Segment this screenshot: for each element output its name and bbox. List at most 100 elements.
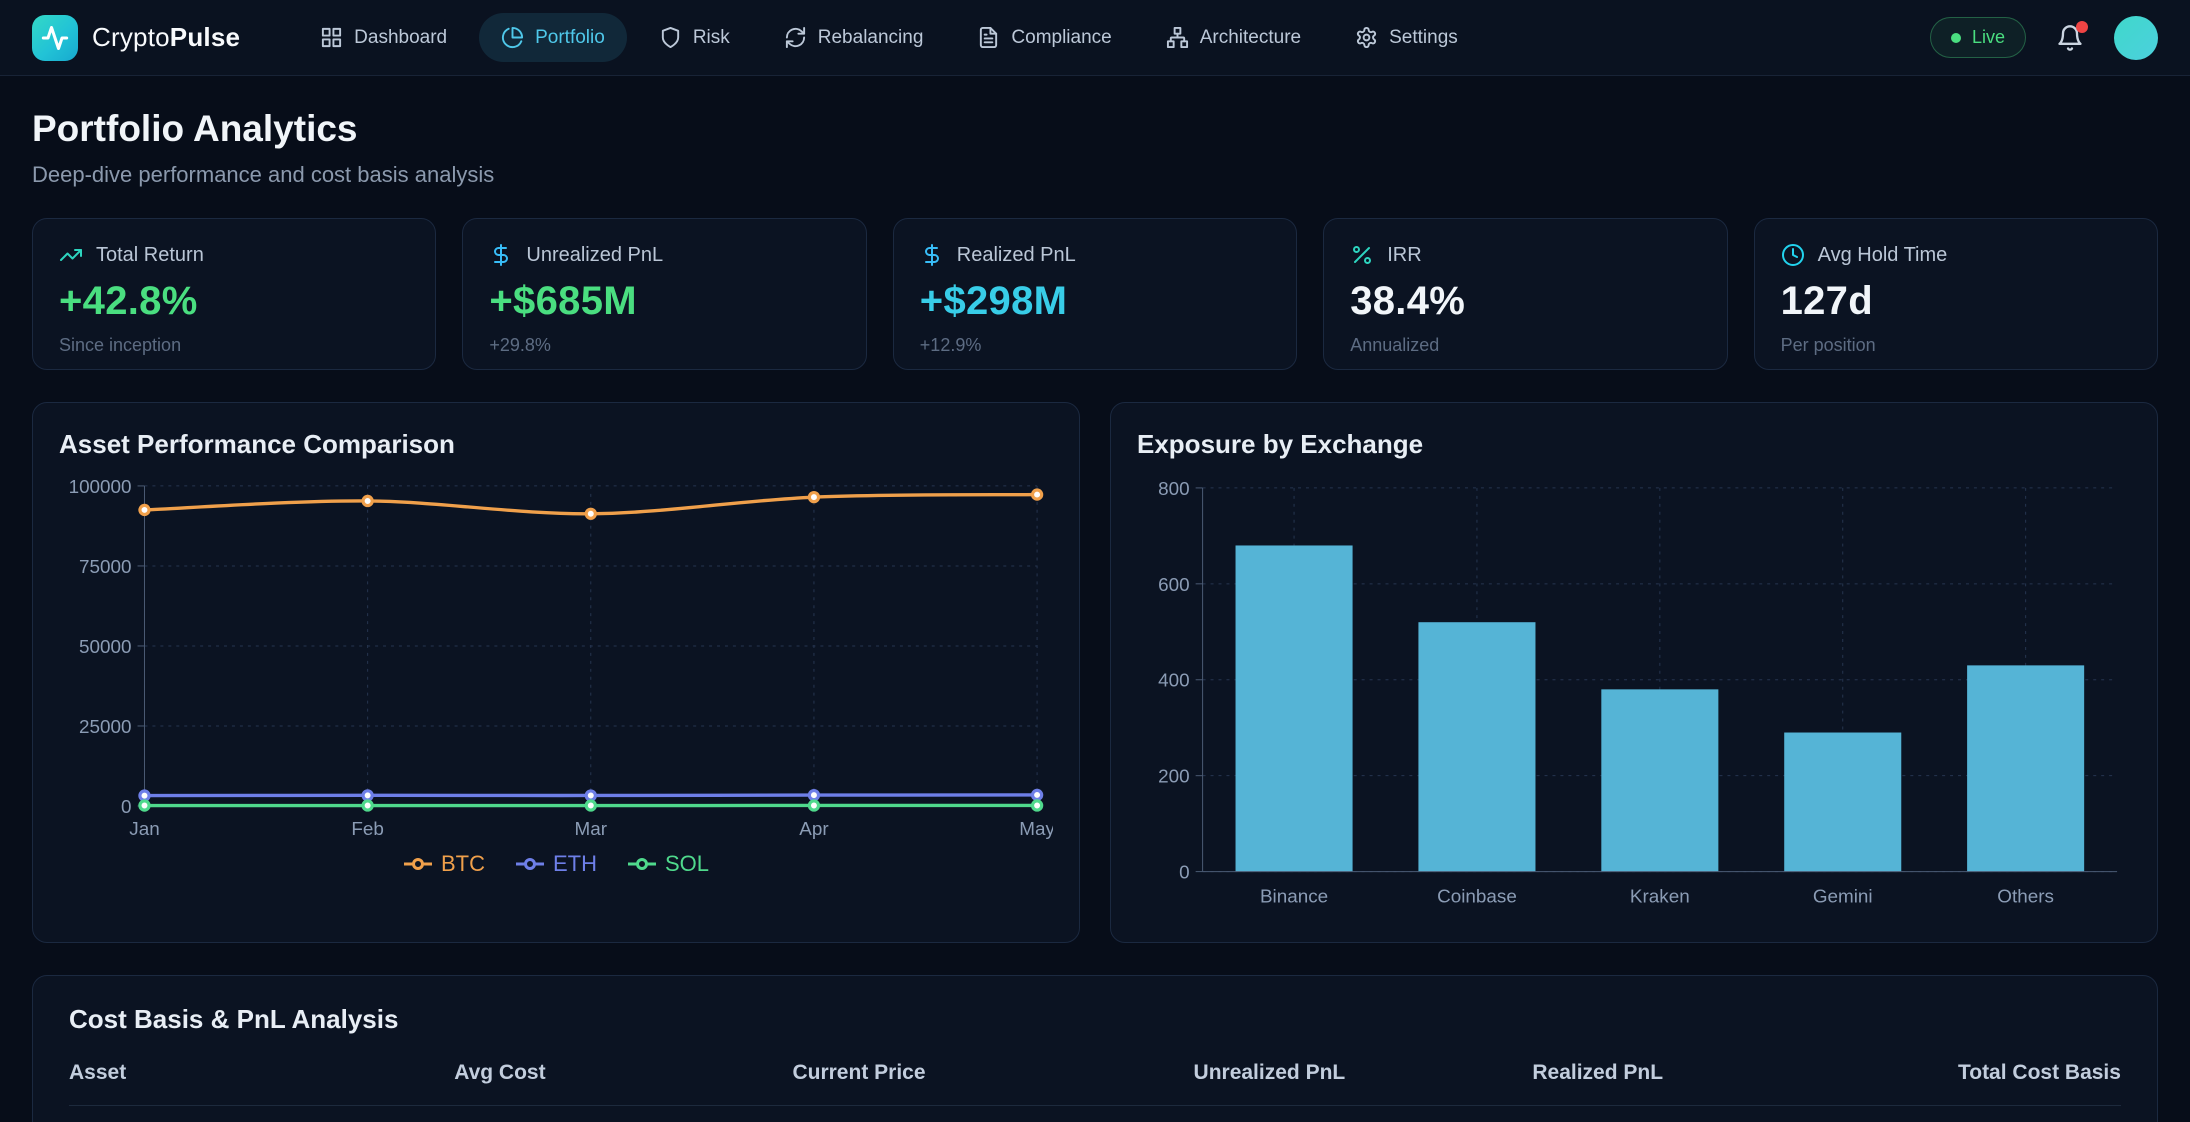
main-content: Portfolio Analytics Deep-dive performanc… [0, 108, 2190, 1122]
stat-card-header: IRR [1350, 243, 1700, 267]
page-subtitle: Deep-dive performance and cost basis ana… [32, 162, 2158, 188]
stats-row: Total Return +42.8% Since inception Unreali… [32, 218, 2158, 370]
stat-value: +42.8% [59, 279, 409, 324]
header-right: Live [1930, 16, 2158, 60]
notification-dot [2076, 21, 2088, 33]
legend-label: SOL [665, 851, 709, 877]
nav-item-rebalancing[interactable]: Rebalancing [762, 13, 946, 62]
stat-label: Avg Hold Time [1818, 244, 1948, 267]
nav-item-label: Settings [1389, 27, 1458, 49]
svg-text:Apr: Apr [799, 819, 828, 840]
svg-text:Coinbase: Coinbase [1437, 886, 1517, 907]
svg-text:Others: Others [1997, 886, 2054, 907]
dollar-icon [489, 243, 513, 267]
cost-basis-table: AssetAvg CostCurrent PriceUnrealized PnL… [69, 1061, 2121, 1122]
trending-up-icon [59, 243, 83, 267]
nav-item-label: Rebalancing [818, 27, 924, 49]
bar-gemini [1784, 733, 1901, 872]
line-chart-panel: Asset Performance Comparison 02500050000… [32, 402, 1080, 943]
svg-text:Kraken: Kraken [1630, 886, 1690, 907]
cost-basis-panel: Cost Basis & PnL Analysis AssetAvg CostC… [32, 975, 2158, 1122]
svg-text:0: 0 [1179, 863, 1190, 884]
top-navbar: CryptoPulse Dashboard Portfolio Risk Rebala… [0, 0, 2190, 76]
stat-subtext: +12.9% [920, 335, 1270, 356]
bar-others [1967, 665, 2084, 871]
data-point-eth [140, 791, 149, 800]
svg-text:200: 200 [1158, 767, 1190, 788]
brand-name-light: Crypto [92, 22, 170, 52]
data-point-sol [363, 801, 372, 810]
table-row: BTC$82,450$96,420+16.9%+$2.8M$3.7B [69, 1106, 2121, 1122]
table-header-avg-cost: Avg Cost [336, 1061, 664, 1085]
data-point-btc [140, 505, 149, 514]
percent-icon [1350, 243, 1374, 267]
nav-item-label: Portfolio [535, 27, 605, 49]
legend-item-btc: BTC [403, 851, 485, 877]
table-header-unrealized-pnl: Unrealized PnL [1054, 1061, 1485, 1085]
svg-text:Binance: Binance [1260, 886, 1328, 907]
bar-chart: 0200400600800BinanceCoinbaseKrakenGemini… [1137, 474, 2131, 916]
stat-card-realized-pnl: Realized PnL+$298M+12.9% [893, 218, 1297, 370]
nav-item-risk[interactable]: Risk [637, 13, 752, 62]
avatar[interactable] [2114, 16, 2158, 60]
stat-value: +$298M [920, 279, 1270, 324]
stat-subtext: Since inception [59, 335, 409, 356]
gear-icon [1355, 26, 1378, 49]
svg-text:25000: 25000 [79, 717, 132, 738]
stat-card-header: Avg Hold Time [1781, 243, 2131, 267]
brand-name: CryptoPulse [92, 22, 240, 53]
refresh-icon [784, 26, 807, 49]
notifications-button[interactable] [2056, 24, 2084, 52]
live-badge[interactable]: Live [1930, 17, 2026, 58]
line-chart-svg: 0250005000075000100000JanFebMarAprMay [59, 474, 1053, 844]
brand-logo [32, 15, 78, 61]
legend-label: BTC [441, 851, 485, 877]
table-header-total-cost-basis: Total Cost Basis [1711, 1061, 2121, 1085]
nav-item-settings[interactable]: Settings [1333, 13, 1480, 62]
nav-item-portfolio[interactable]: Portfolio [479, 13, 627, 62]
bar-coinbase [1418, 622, 1535, 871]
data-point-sol [586, 801, 595, 810]
nav-item-label: Architecture [1200, 27, 1301, 49]
line-chart-legend: BTC ETH SOL [59, 851, 1053, 877]
stat-subtext: Annualized [1350, 335, 1700, 356]
table-header-asset: Asset [69, 1061, 336, 1085]
stat-label: Total Return [96, 244, 204, 267]
stat-card-header: Total Return [59, 243, 409, 267]
stat-label: IRR [1387, 244, 1421, 267]
legend-item-eth: ETH [515, 851, 597, 877]
file-text-icon [977, 26, 1000, 49]
bar-chart-title: Exposure by Exchange [1137, 429, 2131, 460]
legend-label: ETH [553, 851, 597, 877]
data-point-btc [809, 493, 818, 502]
stat-subtext: +29.8% [489, 335, 839, 356]
page-title: Portfolio Analytics [32, 108, 2158, 150]
legend-marker-icon [403, 856, 433, 872]
data-point-btc [1033, 490, 1042, 499]
charts-row: Asset Performance Comparison 0 25000 50000… [32, 402, 2158, 943]
stat-label: Unrealized PnL [526, 244, 663, 267]
data-point-eth [1033, 790, 1042, 799]
legend-marker-icon [627, 856, 657, 872]
legend-marker-icon [515, 856, 545, 872]
svg-text:800: 800 [1158, 479, 1190, 500]
nav-item-architecture[interactable]: Architecture [1144, 13, 1323, 62]
svg-text:Mar: Mar [575, 819, 608, 840]
data-point-eth [363, 791, 372, 800]
stat-card-irr: IRR38.4%Annualized [1323, 218, 1727, 370]
line-chart-title: Asset Performance Comparison [59, 429, 1053, 460]
svg-text:50000: 50000 [79, 637, 132, 658]
data-point-sol [1033, 801, 1042, 810]
brand: CryptoPulse [32, 15, 240, 61]
bar-chart-panel: Exposure by Exchange 0200400600800Binanc… [1110, 402, 2158, 943]
nav-item-compliance[interactable]: Compliance [955, 13, 1133, 62]
stat-card-header: Unrealized PnL [489, 243, 839, 267]
data-point-btc [586, 509, 595, 518]
nav-item-label: Dashboard [354, 27, 447, 49]
bar-chart-svg: 0200400600800BinanceCoinbaseKrakenGemini… [1137, 474, 2131, 911]
svg-text:Jan: Jan [129, 819, 159, 840]
data-point-btc [363, 496, 372, 505]
stat-card-unrealized-pnl: Unrealized PnL+$685M+29.8% [462, 218, 866, 370]
nav-item-dashboard[interactable]: Dashboard [298, 13, 469, 62]
table-header-realized-pnl: Realized PnL [1485, 1061, 1711, 1085]
